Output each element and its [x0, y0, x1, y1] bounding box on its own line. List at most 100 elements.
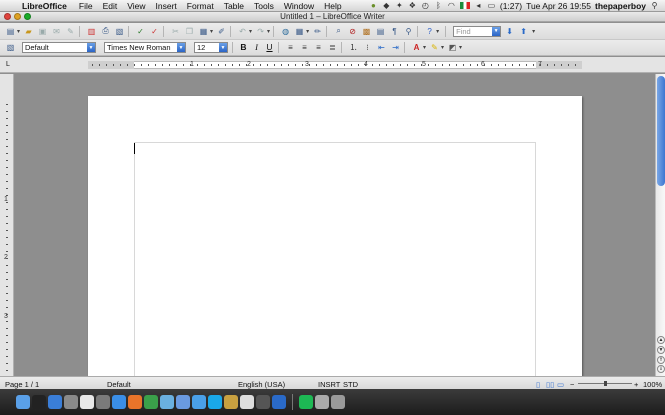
mail-icon[interactable]	[176, 395, 190, 409]
edit-mode-icon[interactable]: ✎	[65, 26, 76, 37]
insert-mode-indicator[interactable]: INSRT	[318, 380, 340, 389]
status-green-icon[interactable]: ●	[369, 1, 378, 10]
paragraph-style-dropdown-icon[interactable]: ▼	[87, 43, 95, 52]
bold-button[interactable]: B	[238, 42, 249, 53]
print-preview-icon[interactable]: ▧	[114, 26, 125, 37]
formatting-marks-icon[interactable]: ¶	[389, 26, 400, 37]
document-canvas[interactable]	[15, 74, 655, 376]
open-folder-icon[interactable]: ▰	[23, 26, 34, 37]
show-draw-functions-icon[interactable]: ✏	[312, 26, 323, 37]
textedit-icon[interactable]	[240, 395, 254, 409]
close-window-icon[interactable]	[4, 13, 11, 20]
twitter-icon[interactable]: ✦	[395, 1, 404, 10]
numbering-icon[interactable]: ⒈	[348, 42, 359, 53]
align-left-icon[interactable]: ≡	[285, 42, 296, 53]
find-input[interactable]: Find ▼	[453, 25, 502, 37]
email-document-icon[interactable]: ✉	[51, 26, 62, 37]
photos-icon[interactable]	[224, 395, 238, 409]
save-icon[interactable]: ▣	[37, 26, 48, 37]
undo-icon[interactable]: ↶	[237, 26, 248, 37]
justify-icon[interactable]: ≣	[327, 42, 338, 53]
decrease-indent-icon[interactable]: ⇤	[376, 42, 387, 53]
menu-format[interactable]: Format	[182, 1, 219, 11]
align-right-icon[interactable]: ≡	[313, 42, 324, 53]
bluetooth-icon[interactable]: ᛒ	[434, 1, 443, 10]
menu-file[interactable]: File	[74, 1, 98, 11]
vertical-scrollbar[interactable]: ▲ ▼ ⇑ ⇓	[655, 74, 665, 376]
selection-mode-indicator[interactable]: STD	[343, 380, 358, 389]
cut-icon[interactable]: ✂	[170, 26, 181, 37]
new-document-icon[interactable]: ▤	[5, 26, 16, 37]
scroll-up-icon[interactable]: ▲	[657, 336, 665, 344]
menu-window[interactable]: Window	[279, 1, 319, 11]
navigator-icon[interactable]: ⊘	[347, 26, 358, 37]
menu-user[interactable]: thepaperboy	[595, 1, 646, 11]
font-name-select[interactable]: Times New Roman ▼	[104, 42, 186, 53]
increase-indent-icon[interactable]: ⇥	[390, 42, 401, 53]
chrome-icon[interactable]	[144, 395, 158, 409]
menu-view[interactable]: View	[122, 1, 150, 11]
finder-icon[interactable]	[16, 395, 30, 409]
font-name-dropdown-icon[interactable]: ▼	[177, 43, 185, 52]
dictionary-icon[interactable]	[256, 395, 270, 409]
single-page-view-icon[interactable]: ▯	[536, 380, 540, 389]
bullets-icon[interactable]: ⁝	[362, 42, 373, 53]
minimize-window-icon[interactable]	[14, 13, 21, 20]
table-icon[interactable]: ▦	[294, 26, 305, 37]
italic-button[interactable]: I	[251, 42, 262, 53]
evernote-icon[interactable]: ❖	[408, 1, 417, 10]
preview-icon[interactable]	[64, 395, 78, 409]
next-page-icon[interactable]: ⇓	[657, 365, 665, 373]
clone-formatting-icon[interactable]: ✐	[216, 26, 227, 37]
find-replace-icon[interactable]: ⌕	[333, 26, 344, 37]
print-icon[interactable]: ⎙	[100, 26, 111, 37]
firefox-icon[interactable]	[128, 395, 142, 409]
zoom-in-icon[interactable]: +	[634, 380, 638, 389]
misc-icon[interactable]	[315, 395, 329, 409]
spellcheck-icon[interactable]: ✓	[135, 26, 146, 37]
scrollbar-thumb[interactable]	[657, 76, 665, 186]
skype-icon[interactable]	[208, 395, 222, 409]
background-color-icon[interactable]: ◩	[447, 42, 458, 53]
zoom-percentage[interactable]: 100%	[643, 380, 662, 389]
styles-formatting-icon[interactable]: ▧	[5, 42, 16, 53]
find-next-icon[interactable]: ⬇	[504, 26, 515, 37]
multi-page-view-icon[interactable]: ▯▯	[546, 380, 554, 389]
export-pdf-icon[interactable]: ▥	[86, 26, 97, 37]
vertical-ruler[interactable]: 1 2 3	[0, 74, 14, 376]
time-machine-icon[interactable]: ◴	[421, 1, 430, 10]
font-size-select[interactable]: 12 ▼	[194, 42, 228, 53]
battery-icon[interactable]: ▭	[487, 1, 496, 10]
language-indicator[interactable]: English (USA)	[238, 380, 285, 389]
zoom-out-icon[interactable]: −	[570, 380, 574, 389]
find-previous-icon[interactable]: ⬆	[518, 26, 529, 37]
align-center-icon[interactable]: ≡	[299, 42, 310, 53]
font-color-icon[interactable]: A	[411, 42, 422, 53]
paragraph-style-select[interactable]: Default ▼	[22, 42, 96, 53]
page-style-indicator[interactable]: Default	[107, 380, 131, 389]
scroll-down-icon[interactable]: ▼	[657, 346, 665, 354]
autospellcheck-icon[interactable]: ✓	[149, 26, 160, 37]
spotlight-icon[interactable]: ⚲	[650, 1, 659, 10]
trash-icon[interactable]	[331, 395, 345, 409]
gallery-icon[interactable]: ▩	[361, 26, 372, 37]
dropbox-icon[interactable]: ◆	[382, 1, 391, 10]
menu-table[interactable]: Table	[219, 1, 249, 11]
terminal-icon[interactable]	[32, 395, 46, 409]
horizontal-ruler[interactable]: L 1 2 3 4 5 6 7	[0, 57, 665, 73]
calendar-icon[interactable]	[80, 395, 94, 409]
find-dropdown-icon[interactable]: ▼	[492, 26, 501, 36]
zoom-slider-knob[interactable]	[604, 381, 607, 386]
copy-icon[interactable]: ❐	[184, 26, 195, 37]
input-language-flag-icon[interactable]	[459, 2, 470, 9]
paste-icon[interactable]: ▦	[198, 26, 209, 37]
spotify-icon[interactable]	[299, 395, 313, 409]
underline-button[interactable]: U	[264, 42, 275, 53]
menu-app-name[interactable]: LibreOffice	[16, 1, 74, 11]
zoom-window-icon[interactable]	[24, 13, 31, 20]
wifi-icon[interactable]: ◠	[447, 1, 456, 10]
zoom-slider[interactable]	[578, 381, 632, 386]
zoom-icon[interactable]: ⚲	[403, 26, 414, 37]
highlighting-icon[interactable]: ✎	[429, 42, 440, 53]
app-store-icon[interactable]	[48, 395, 62, 409]
